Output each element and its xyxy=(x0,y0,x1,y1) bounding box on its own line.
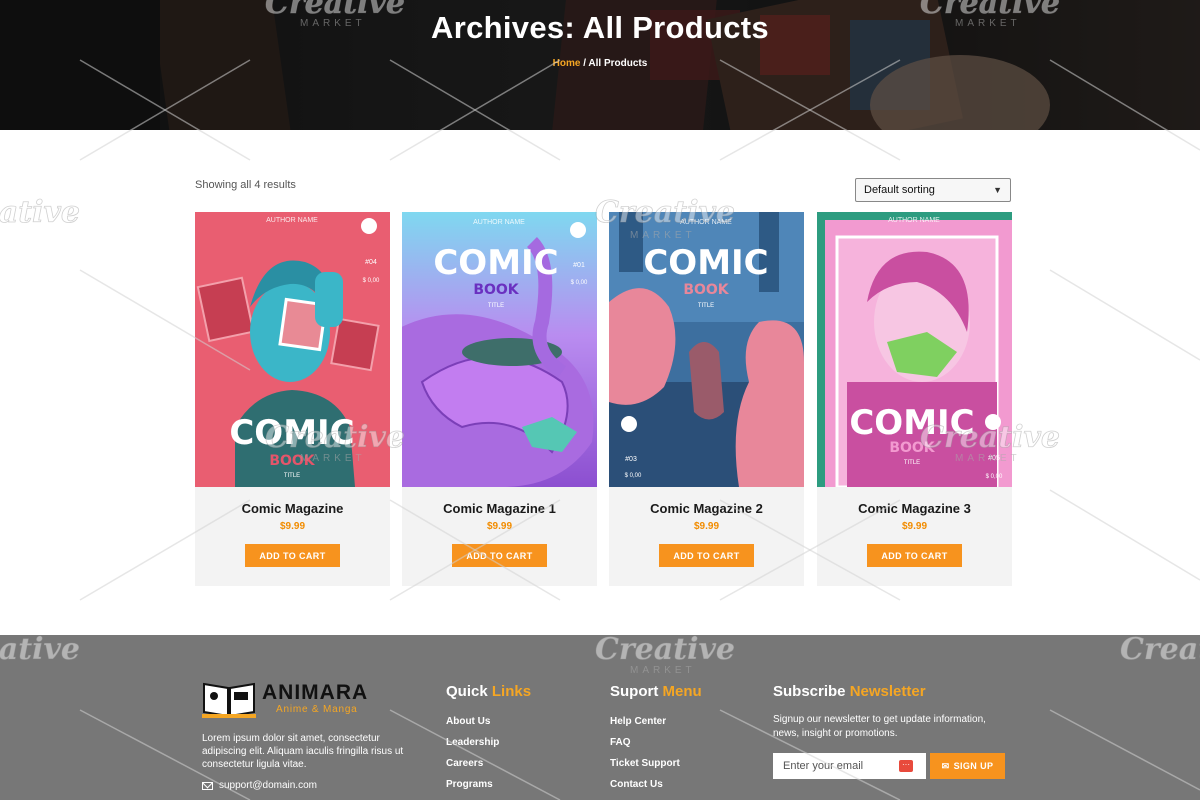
support-email[interactable]: support@domain.com xyxy=(202,780,317,791)
footer-quick-links: Quick Links About Us Leadership Careers … xyxy=(446,683,531,800)
sign-up-label: SIGN UP xyxy=(953,761,994,771)
cover-author: AUTHOR NAME xyxy=(473,219,525,226)
cover-small-word: TITLE xyxy=(904,460,920,466)
sort-select[interactable]: Default sorting ▼ xyxy=(855,178,1011,202)
support-email-text: support@domain.com xyxy=(219,780,317,791)
cover-price: $ 0,00 xyxy=(625,473,642,479)
product-card: AUTHOR NAME COMIC BOOK TITLE #01 $ 0,00 … xyxy=(402,212,597,586)
page-title: Archives: All Products xyxy=(431,10,769,45)
support-menu-heading: Suport Menu xyxy=(610,683,702,700)
cover-title-word: COMIC xyxy=(643,243,768,283)
breadcrumb-current: All Products xyxy=(588,58,648,69)
product-grid: AUTHOR NAME COMIC BOOK TITLE #04 $ 0,00 … xyxy=(195,212,1012,586)
quick-links-heading: Quick Links xyxy=(446,683,532,700)
cover-issue: #03 xyxy=(625,456,637,463)
product-price: $9.99 xyxy=(693,521,720,532)
newsletter-heading: Subscribe Newsletter xyxy=(773,683,926,700)
result-count: Showing all 4 results xyxy=(195,179,296,191)
footer-link-careers[interactable]: Careers xyxy=(446,758,531,779)
watermark-text: Creative xyxy=(0,195,80,231)
product-price: $9.99 xyxy=(901,521,928,532)
cover-author: AUTHOR NAME xyxy=(680,219,732,226)
add-to-cart-button[interactable]: ADD TO CART xyxy=(245,544,340,567)
product-image[interactable]: AUTHOR NAME COMIC BOOK TITLE #04 $ 0,00 xyxy=(195,212,390,487)
product-title[interactable]: Comic Magazine 2 xyxy=(609,501,804,516)
breadcrumb-home-link[interactable]: Home xyxy=(553,58,581,69)
product-price: $9.99 xyxy=(486,521,513,532)
product-price: $9.99 xyxy=(279,521,306,532)
product-card: AUTHOR NAME COMIC BOOK TITLE #05 $ 0,00 … xyxy=(817,212,1012,586)
product-card: AUTHOR NAME COMIC BOOK TITLE #04 $ 0,00 … xyxy=(195,212,390,586)
site-footer: ANIMARA Anime & Manga Lorem ipsum dolor … xyxy=(0,635,1200,800)
footer-link-about-us[interactable]: About Us xyxy=(446,716,531,737)
footer-brand[interactable]: ANIMARA Anime & Manga xyxy=(202,680,402,720)
footer-about-text: Lorem ipsum dolor sit amet, consectetur … xyxy=(202,733,404,770)
cover-author: AUTHOR NAME xyxy=(266,217,318,224)
product-image[interactable]: AUTHOR NAME COMIC BOOK TITLE #03 $ 0,00 xyxy=(609,212,804,487)
cover-subtitle-word: BOOK xyxy=(683,282,729,298)
footer-link-help-center[interactable]: Help Center xyxy=(610,716,702,737)
cover-subtitle-word: BOOK xyxy=(269,453,315,469)
product-title[interactable]: Comic Magazine xyxy=(195,501,390,516)
chevron-down-icon: ▼ xyxy=(993,185,1002,195)
breadcrumb: Home / All Products xyxy=(0,58,1200,69)
cover-issue: #05 xyxy=(988,455,1000,462)
cover-price: $ 0,00 xyxy=(363,278,380,284)
add-to-cart-button[interactable]: ADD TO CART xyxy=(659,544,754,567)
footer-link-contact-us[interactable]: Contact Us xyxy=(610,779,702,800)
cover-title-word: COMIC xyxy=(849,403,974,443)
cover-small-word: TITLE xyxy=(488,303,504,309)
product-image[interactable]: AUTHOR NAME COMIC BOOK TITLE #05 $ 0,00 xyxy=(817,212,1012,487)
brand-name: ANIMARA xyxy=(262,681,369,704)
cover-price: $ 0,00 xyxy=(571,280,588,286)
book-logo-icon xyxy=(202,682,256,718)
footer-link-faq[interactable]: FAQ xyxy=(610,737,702,758)
add-to-cart-button[interactable]: ADD TO CART xyxy=(452,544,547,567)
product-image[interactable]: AUTHOR NAME COMIC BOOK TITLE #01 $ 0,00 xyxy=(402,212,597,487)
password-manager-icon[interactable]: ··· xyxy=(899,760,913,772)
newsletter-text: Signup our newsletter to get update info… xyxy=(773,714,986,739)
page-hero: Archives: All Products Home / All Produc… xyxy=(0,0,1200,130)
cover-small-word: TITLE xyxy=(284,473,300,479)
product-title[interactable]: Comic Magazine 3 xyxy=(817,501,1012,516)
cover-issue: #01 xyxy=(573,262,585,269)
cover-author: AUTHOR NAME xyxy=(888,217,940,224)
cover-issue: #04 xyxy=(365,259,377,266)
cover-subtitle-word: BOOK xyxy=(889,440,935,456)
cover-title-word: COMIC xyxy=(433,243,558,283)
cover-price: $ 0,00 xyxy=(986,474,1003,480)
product-card: AUTHOR NAME COMIC BOOK TITLE #03 $ 0,00 … xyxy=(609,212,804,586)
envelope-icon: ✉ xyxy=(941,760,950,771)
sort-select-value: Default sorting xyxy=(864,184,935,196)
brand-tagline: Anime & Manga xyxy=(276,704,358,715)
newsletter-form: ··· ✉ SIGN UP xyxy=(773,753,1013,779)
cover-subtitle-word: BOOK xyxy=(473,282,519,298)
footer-support-menu: Suport Menu Help Center FAQ Ticket Suppo… xyxy=(610,683,702,800)
cover-small-word: TITLE xyxy=(698,303,714,309)
footer-link-ticket-support[interactable]: Ticket Support xyxy=(610,758,702,779)
footer-link-programs[interactable]: Programs xyxy=(446,779,531,800)
footer-link-leadership[interactable]: Leadership xyxy=(446,737,531,758)
cover-title-word: COMIC xyxy=(229,413,354,453)
mail-icon xyxy=(202,781,213,790)
footer-newsletter: Subscribe Newsletter Signup our newslett… xyxy=(773,683,1013,779)
add-to-cart-button[interactable]: ADD TO CART xyxy=(867,544,962,567)
sign-up-button[interactable]: ✉ SIGN UP xyxy=(930,753,1005,779)
product-title[interactable]: Comic Magazine 1 xyxy=(402,501,597,516)
